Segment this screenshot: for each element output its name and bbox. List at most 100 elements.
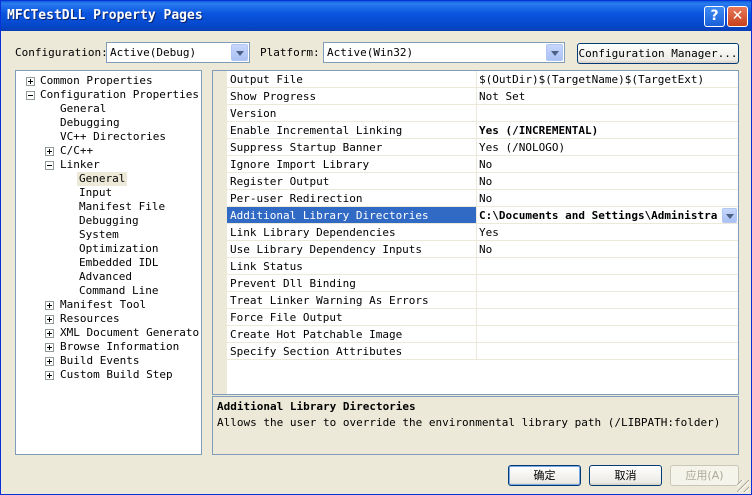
column-divider — [476, 173, 477, 190]
close-icon[interactable]: ✕ — [727, 6, 748, 27]
property-value[interactable]: No — [479, 243, 737, 256]
tree-item-configuration-properties[interactable]: Configuration Properties — [40, 88, 199, 102]
property-name: Specify Section Attributes — [230, 345, 403, 358]
property-grid[interactable]: Output File $(OutDir)$(TargetName)$(Targe… — [212, 70, 739, 395]
column-divider — [476, 241, 477, 258]
property-name: Enable Incremental Linking — [230, 124, 403, 137]
description-text: Allows the user to override the environm… — [217, 416, 721, 429]
column-divider — [476, 275, 477, 292]
property-name: Per-user Redirection — [230, 192, 363, 205]
tree-item-linker-command-line[interactable]: Command Line — [79, 284, 158, 298]
tree-item-linker-advanced[interactable]: Advanced — [79, 270, 132, 284]
expand-icon[interactable] — [45, 357, 54, 366]
tree-item-linker-system[interactable]: System — [79, 228, 119, 242]
chevron-down-icon[interactable] — [722, 208, 737, 223]
property-tree[interactable]: Common Properties Configuration Properti… — [15, 70, 202, 455]
platform-dropdown[interactable]: Active(Win32) — [323, 42, 565, 63]
tree-item-debugging[interactable]: Debugging — [60, 116, 120, 130]
tree-item-general[interactable]: General — [60, 102, 106, 116]
property-name: Output File — [230, 73, 303, 86]
apply-button[interactable]: 应用(A) — [670, 465, 739, 486]
tree-item-manifest-tool[interactable]: Manifest Tool — [60, 298, 146, 312]
expand-icon[interactable] — [45, 371, 54, 380]
property-row[interactable]: Link Status — [227, 258, 738, 275]
property-name: Treat Linker Warning As Errors — [230, 294, 429, 307]
chevron-down-icon[interactable] — [231, 44, 248, 61]
property-row[interactable]: Output File $(OutDir)$(TargetName)$(Targe… — [227, 71, 738, 88]
resize-grip-icon[interactable] — [737, 480, 749, 492]
property-row[interactable]: Treat Linker Warning As Errors — [227, 292, 738, 309]
expand-icon[interactable] — [45, 147, 54, 156]
tree-item-vc-directories[interactable]: VC++ Directories — [60, 130, 166, 144]
tree-item-common-properties[interactable]: Common Properties — [40, 74, 153, 88]
expand-icon[interactable] — [45, 301, 54, 310]
configuration-dropdown[interactable]: Active(Debug) — [106, 42, 250, 63]
tree-item-linker-debugging[interactable]: Debugging — [79, 214, 139, 228]
tree-item-linker[interactable]: Linker — [60, 158, 100, 172]
property-name: Ignore Import Library — [230, 158, 370, 171]
tree-item-build-events[interactable]: Build Events — [60, 354, 139, 368]
tree-item-custom-build-step[interactable]: Custom Build Step — [60, 368, 173, 382]
tree-item-linker-general[interactable]: General — [77, 172, 128, 186]
property-value[interactable]: C:\Documents and Settings\Administra — [479, 209, 737, 222]
title-bar[interactable]: MFCTestDLL Property Pages ? ✕ — [1, 1, 751, 31]
property-value[interactable]: Yes (/INCREMENTAL) — [479, 124, 737, 137]
cancel-button[interactable]: 取消 — [589, 465, 662, 486]
property-value[interactable]: No — [479, 175, 737, 188]
column-divider — [476, 343, 477, 360]
property-row[interactable]: Specify Section Attributes — [227, 343, 738, 360]
property-name: Version — [230, 107, 277, 120]
property-name: Prevent Dll Binding — [230, 277, 356, 290]
tree-item-c-cpp[interactable]: C/C++ — [60, 144, 93, 158]
configuration-value: Active(Debug) — [110, 46, 197, 59]
property-name: Use Library Dependency Inputs — [230, 243, 423, 256]
column-divider — [476, 224, 477, 241]
property-row[interactable]: Create Hot Patchable Image — [227, 326, 738, 343]
property-row[interactable]: Ignore Import Library No — [227, 156, 738, 173]
tree-item-linker-input[interactable]: Input — [79, 186, 112, 200]
property-row[interactable]: Register Output No — [227, 173, 738, 190]
chevron-down-icon[interactable] — [546, 44, 563, 61]
ok-button[interactable]: 确定 — [508, 465, 581, 486]
property-row[interactable]: Show Progress Not Set — [227, 88, 738, 105]
column-divider — [476, 207, 477, 224]
help-icon[interactable]: ? — [704, 6, 725, 27]
property-row[interactable]: Prevent Dll Binding — [227, 275, 738, 292]
platform-label: Platform: — [260, 46, 320, 59]
column-divider — [476, 156, 477, 173]
column-divider — [476, 309, 477, 326]
tree-item-xml-document-generator[interactable]: XML Document Generator — [60, 326, 201, 340]
expand-icon[interactable] — [45, 343, 54, 352]
property-row[interactable]: Link Library Dependencies Yes — [227, 224, 738, 241]
property-value[interactable]: No — [479, 158, 737, 171]
expand-icon[interactable] — [45, 329, 54, 338]
collapse-icon[interactable] — [26, 91, 35, 100]
property-row[interactable]: Use Library Dependency Inputs No — [227, 241, 738, 258]
property-row[interactable]: Enable Incremental Linking Yes (/INCREMEN… — [227, 122, 738, 139]
column-divider — [476, 105, 477, 122]
property-row[interactable]: Version — [227, 105, 738, 122]
tree-item-linker-optimization[interactable]: Optimization — [79, 242, 158, 256]
column-divider — [476, 326, 477, 343]
property-value[interactable]: Not Set — [479, 90, 737, 103]
property-row[interactable]: Suppress Startup Banner Yes (/NOLOGO) — [227, 139, 738, 156]
property-name: Link Status — [230, 260, 303, 273]
property-row[interactable]: Per-user Redirection No — [227, 190, 738, 207]
property-row[interactable]: Additional Library Directories C:\Documen… — [227, 207, 738, 224]
column-divider — [476, 71, 477, 88]
property-value[interactable]: Yes — [479, 226, 737, 239]
tree-item-resources[interactable]: Resources — [60, 312, 120, 326]
configuration-manager-button[interactable]: Configuration Manager... — [577, 43, 739, 64]
expand-icon[interactable] — [26, 77, 35, 86]
tree-item-linker-manifest-file[interactable]: Manifest File — [79, 200, 165, 214]
property-row[interactable]: Force File Output — [227, 309, 738, 326]
collapse-icon[interactable] — [45, 161, 54, 170]
property-value[interactable]: No — [479, 192, 737, 205]
property-name: Show Progress — [230, 90, 317, 103]
tree-item-browse-information[interactable]: Browse Information — [60, 340, 179, 354]
property-name: Force File Output — [230, 311, 343, 324]
expand-icon[interactable] — [45, 315, 54, 324]
tree-item-linker-embedded-idl[interactable]: Embedded IDL — [79, 256, 158, 270]
property-value[interactable]: Yes (/NOLOGO) — [479, 141, 737, 154]
property-value[interactable]: $(OutDir)$(TargetName)$(TargetExt) — [479, 73, 737, 86]
